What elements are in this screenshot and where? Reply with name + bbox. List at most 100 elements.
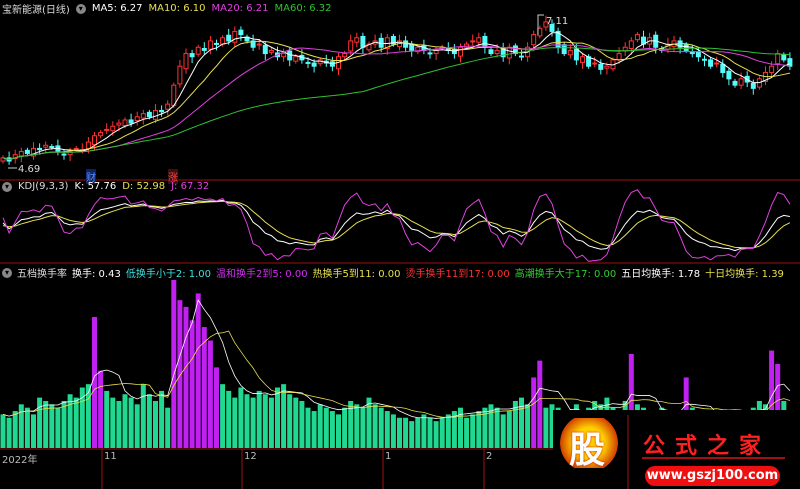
turnover-bar bbox=[140, 384, 146, 448]
ma20-line bbox=[2, 44, 790, 160]
candle bbox=[470, 40, 476, 43]
turnover-bar bbox=[281, 384, 287, 448]
candle bbox=[201, 48, 207, 51]
turnover-bar bbox=[506, 411, 512, 448]
turnover-bar bbox=[24, 407, 30, 448]
turnover-bar bbox=[207, 340, 213, 448]
turnover-bar bbox=[390, 414, 396, 448]
candle bbox=[726, 70, 732, 80]
candle bbox=[183, 53, 189, 70]
turnover-bar bbox=[116, 400, 122, 448]
candle bbox=[153, 109, 158, 120]
candle bbox=[116, 122, 122, 126]
candle bbox=[128, 119, 134, 124]
candle bbox=[531, 34, 537, 46]
candle bbox=[226, 34, 232, 42]
x-tick-label: 2022年 bbox=[2, 455, 38, 466]
ma20-value: MA20: 6.21 bbox=[211, 3, 269, 14]
candle bbox=[256, 43, 262, 46]
candle bbox=[775, 53, 781, 65]
turnover-bar bbox=[372, 404, 378, 448]
candle bbox=[738, 78, 744, 86]
turnover-bar bbox=[232, 397, 238, 448]
candle bbox=[702, 58, 707, 61]
candle bbox=[189, 53, 195, 58]
candle bbox=[110, 125, 116, 132]
turnover-bar bbox=[183, 306, 189, 448]
ma5-value: MA5: 6.27 bbox=[91, 3, 143, 14]
candle bbox=[519, 55, 524, 58]
chevron-down-icon[interactable]: ▾ bbox=[75, 3, 86, 14]
candle bbox=[18, 151, 24, 157]
x-tick-label: 2 bbox=[486, 451, 493, 462]
kdj-j-line bbox=[2, 189, 791, 262]
avg10-turnover-value: 十日均换手: 1.39 bbox=[705, 269, 784, 280]
turnover-bar bbox=[37, 397, 43, 448]
turnover-bar bbox=[275, 387, 280, 448]
kdj-title: KDJ(9,3,3) bbox=[18, 181, 69, 192]
watermark-logo: 股 bbox=[560, 418, 618, 471]
turnover-bar bbox=[293, 397, 299, 448]
low-turnover-value: 低换手小于2: 1.00 bbox=[125, 269, 212, 280]
candle bbox=[567, 49, 573, 56]
candle bbox=[750, 82, 756, 89]
chevron-down-icon[interactable]: ▾ bbox=[2, 267, 12, 278]
turnover-bar bbox=[85, 384, 91, 448]
watermark-name: 公式之家 bbox=[643, 433, 772, 459]
turnover-panel-header: ▾ 五档换手率 换手: 0.43 低换手小于2: 1.00 温和换手2到5: 0… bbox=[2, 265, 784, 280]
kdj-d-value: D: 52.98 bbox=[122, 181, 166, 192]
avg5-turnover-value: 五日均换手: 1.78 bbox=[621, 269, 701, 280]
candle bbox=[293, 56, 299, 62]
ma10-value: MA10: 6.10 bbox=[148, 3, 206, 14]
kdj-k-line bbox=[2, 199, 790, 252]
kdj-k-value: K: 57.76 bbox=[74, 181, 117, 192]
low-label: 4.69 bbox=[18, 164, 41, 175]
candle bbox=[207, 40, 213, 50]
turnover-bar bbox=[464, 417, 470, 448]
turnover-bar bbox=[159, 390, 165, 448]
turnover-bar bbox=[427, 417, 433, 448]
candle bbox=[787, 58, 793, 67]
turnover-bar bbox=[384, 411, 390, 448]
candle bbox=[305, 61, 311, 64]
candle bbox=[92, 135, 97, 146]
turnover-bar bbox=[287, 394, 293, 448]
turnover-bar bbox=[73, 397, 79, 448]
turnover-bar bbox=[445, 414, 451, 448]
candle bbox=[616, 53, 622, 61]
candle bbox=[37, 147, 43, 151]
candle bbox=[628, 40, 634, 50]
candle bbox=[311, 62, 317, 67]
turnover-bar bbox=[305, 407, 311, 448]
turnover-bar bbox=[476, 411, 482, 448]
turnover-bar bbox=[98, 370, 104, 448]
candle bbox=[708, 59, 714, 67]
candle bbox=[360, 35, 366, 48]
candle bbox=[592, 62, 598, 65]
candle bbox=[268, 49, 274, 53]
turnover-bar bbox=[92, 316, 97, 448]
stock-chart[interactable] bbox=[0, 0, 800, 489]
ma60-value: MA60: 6.32 bbox=[274, 3, 332, 14]
turnover-bar bbox=[110, 397, 116, 448]
x-tick-label: 12 bbox=[244, 451, 257, 462]
chevron-down-icon[interactable]: ▾ bbox=[2, 181, 12, 192]
kdj-panel-header: ▾ KDJ(9,3,3) K: 57.76 D: 52.98 J: 67.32 bbox=[2, 181, 209, 192]
turnover-bar bbox=[6, 417, 12, 448]
turnover-bar bbox=[55, 407, 61, 448]
candle bbox=[122, 119, 128, 127]
turnover-bar bbox=[458, 407, 463, 448]
candle bbox=[427, 52, 433, 55]
turnover-bar bbox=[250, 397, 256, 448]
turnover-bar bbox=[146, 394, 152, 448]
turnover-bar bbox=[268, 397, 274, 448]
candle bbox=[561, 44, 567, 55]
kdj-j-value: J: 67.32 bbox=[171, 181, 210, 192]
candle bbox=[61, 153, 67, 156]
candle bbox=[476, 37, 482, 43]
watermark-url: www.gszj100.com bbox=[645, 466, 780, 486]
turnover-bar bbox=[171, 280, 177, 448]
candle bbox=[140, 113, 146, 119]
turnover-bar bbox=[366, 397, 372, 448]
turnover-bar bbox=[342, 407, 348, 448]
